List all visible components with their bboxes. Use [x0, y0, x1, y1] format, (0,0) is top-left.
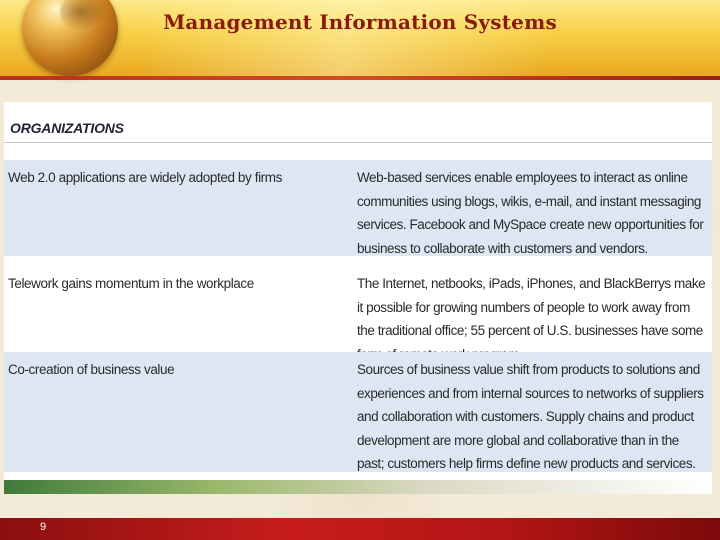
row-topic: Co-creation of business value: [8, 362, 175, 377]
row-topic: Telework gains momentum in the workplace: [8, 276, 254, 291]
row-topic: Web 2.0 applications are widely adopted …: [8, 170, 282, 185]
globe-icon: [22, 0, 118, 76]
header-divider: [0, 76, 720, 80]
globe-land-shape: [60, 0, 110, 32]
table-row: Telework gains momentum in the workplace…: [4, 266, 712, 362]
slide-footer: 9: [0, 518, 720, 540]
table-row: Co-creation of business value Sources of…: [4, 352, 712, 472]
table-bottom-strip: [4, 480, 712, 494]
page-title: Management Information Systems: [163, 10, 557, 34]
table-row: Web 2.0 applications are widely adopted …: [4, 160, 712, 256]
page-number: 9: [40, 521, 47, 533]
organizations-table: ORGANIZATIONS Web 2.0 applications are w…: [4, 102, 712, 490]
table-title-rule: [4, 142, 712, 143]
row-description: Web-based services enable employees to i…: [357, 170, 704, 256]
slide-header: Management Information Systems: [0, 0, 720, 80]
table-title: ORGANIZATIONS: [10, 120, 124, 136]
row-description: Sources of business value shift from pro…: [357, 362, 704, 471]
